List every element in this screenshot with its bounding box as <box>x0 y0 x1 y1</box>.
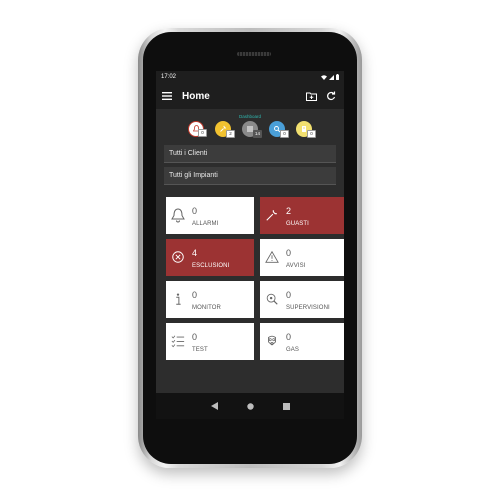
supervision-status-icon[interactable]: 0 <box>269 121 289 138</box>
alarm-status-icon[interactable]: 0 <box>188 121 207 137</box>
phone-frame: 17:02 Home Dashboard 0 2 14 0 0 Tutti i … <box>138 28 362 468</box>
gas-mask-icon <box>268 335 276 346</box>
gas-status-badge: 0 <box>307 130 316 138</box>
tile-esclusioni-count: 4 <box>192 248 198 258</box>
tile-avvisi-count: 0 <box>286 248 292 258</box>
tile-monitor-label: MONITOR <box>192 305 221 311</box>
app-bar: Home <box>156 83 344 109</box>
alarm-status-badge: 0 <box>198 129 207 137</box>
system-nav-bar <box>156 393 344 419</box>
menu-icon[interactable] <box>162 92 172 100</box>
dashboard-label: Dashboard <box>238 114 261 119</box>
warning-icon <box>265 250 279 263</box>
tile-avvisi[interactable]: 0 AVVISI <box>260 239 344 276</box>
add-folder-icon[interactable] <box>304 89 318 103</box>
tile-esclusioni-label: ESCLUSIONI <box>192 263 230 269</box>
fault-status-badge: 2 <box>226 130 235 138</box>
cancel-circle-icon <box>172 251 184 263</box>
clients-filter[interactable]: Tutti i Clienti <box>164 145 336 163</box>
page-title: Home <box>182 90 210 102</box>
tile-allarmi[interactable]: 0 ALLARMI <box>166 197 254 234</box>
recents-icon[interactable] <box>281 401 291 411</box>
tile-monitor[interactable]: 0 MONITOR <box>166 281 254 318</box>
status-bar: 17:02 <box>156 71 344 83</box>
exclusion-status-badge: 14 <box>253 130 262 138</box>
tile-test[interactable]: 0 TEST <box>166 323 254 360</box>
wifi-icon <box>321 74 327 80</box>
status-time: 17:02 <box>161 74 177 80</box>
fault-status-icon[interactable]: 2 <box>215 121 235 138</box>
speaker-grille <box>237 52 271 56</box>
gas-status-icon[interactable]: 0 <box>296 121 316 138</box>
tile-supervisioni-label: SUPERVISIONI <box>286 305 330 311</box>
tile-gas-label: GAS <box>286 347 299 353</box>
tile-test-label: TEST <box>192 347 208 353</box>
tile-supervisioni[interactable]: 0 SUPERVISIONI <box>260 281 344 318</box>
dashboard-icon-row: 0 2 14 0 0 <box>156 121 344 141</box>
tile-gas-count: 0 <box>286 332 292 342</box>
app-screen: 17:02 Home Dashboard 0 2 14 0 0 Tutti i … <box>156 71 344 419</box>
status-tile-grid: 0 ALLARMI 2 GUASTI 4 ESCLUSIONI 0 AVVISI <box>166 197 344 360</box>
systems-filter[interactable]: Tutti gli Impianti <box>164 167 336 185</box>
tile-allarmi-count: 0 <box>192 206 198 216</box>
tile-allarmi-label: ALLARMI <box>192 221 219 227</box>
tile-test-count: 0 <box>192 332 198 342</box>
phone-body: 17:02 Home Dashboard 0 2 14 0 0 Tutti i … <box>143 32 357 464</box>
magnifier-icon <box>266 293 278 305</box>
wrench-icon <box>266 210 277 221</box>
supervision-status-badge: 0 <box>280 130 289 138</box>
exclusion-status-icon[interactable]: 14 <box>242 121 262 138</box>
info-icon <box>176 293 181 305</box>
tile-guasti-count: 2 <box>286 206 292 216</box>
back-icon[interactable] <box>209 401 219 411</box>
battery-icon <box>336 74 339 80</box>
checklist-icon <box>171 335 185 348</box>
tile-supervisioni-count: 0 <box>286 290 292 300</box>
tile-gas[interactable]: 0 GAS <box>260 323 344 360</box>
tile-esclusioni[interactable]: 4 ESCLUSIONI <box>166 239 254 276</box>
signal-icon <box>329 74 334 80</box>
tile-avvisi-label: AVVISI <box>286 263 306 269</box>
tile-guasti-label: GUASTI <box>286 221 309 227</box>
tile-guasti[interactable]: 2 GUASTI <box>260 197 344 234</box>
tile-monitor-count: 0 <box>192 290 198 300</box>
home-icon[interactable] <box>245 401 255 411</box>
bell-icon <box>171 208 185 223</box>
refresh-icon[interactable] <box>324 89 338 103</box>
